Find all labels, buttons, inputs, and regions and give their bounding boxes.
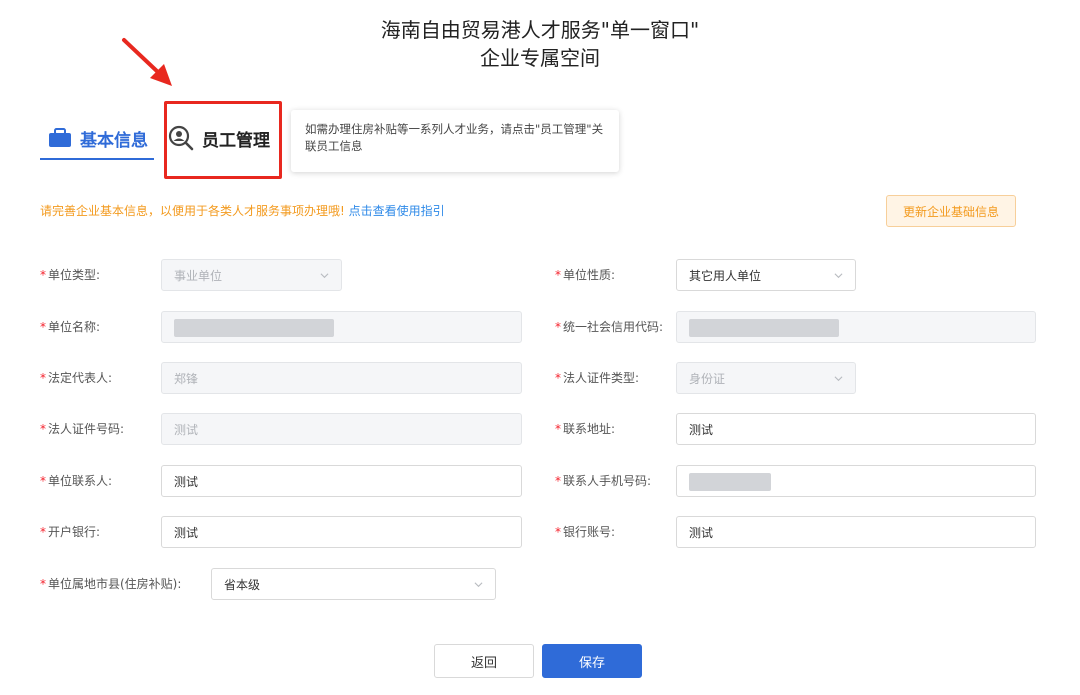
chevron-down-icon — [320, 273, 329, 279]
required-mark: * — [555, 320, 561, 334]
chevron-down-icon — [834, 376, 843, 382]
usage-guide-link[interactable]: 点击查看使用指引 — [349, 204, 445, 218]
required-mark: * — [40, 422, 46, 436]
back-button[interactable]: 返回 — [434, 644, 534, 678]
bank-label: * 开户银行: — [40, 516, 100, 548]
update-basic-info-button[interactable]: 更新企业基础信息 — [886, 195, 1016, 227]
legal-id-no-label: * 法人证件号码: — [40, 413, 124, 445]
briefcase-icon — [49, 128, 71, 147]
legal-id-type-label: * 法人证件类型: — [555, 362, 639, 394]
credit-code-label-text: 统一社会信用代码: — [563, 320, 664, 334]
employee-management-tooltip: 如需办理住房补贴等一系列人才业务，请点击"员工管理"关联员工信息 — [291, 110, 619, 172]
unit-type-label-text: 单位类型: — [48, 268, 101, 282]
chevron-down-icon — [474, 582, 483, 588]
required-mark: * — [40, 474, 46, 488]
legal-id-no-field[interactable]: 测试 — [161, 413, 522, 445]
legal-id-no-value: 测试 — [174, 422, 199, 437]
county-select[interactable]: 省本级 — [211, 568, 496, 600]
contact-value: 测试 — [174, 474, 199, 489]
account-label-text: 银行账号: — [563, 525, 616, 539]
required-mark: * — [555, 371, 561, 385]
required-mark: * — [40, 577, 46, 591]
legal-rep-label-text: 法定代表人: — [48, 371, 113, 385]
notice-message: 请完善企业基本信息，以便用于各类人才服务事项办理哦! — [40, 204, 345, 218]
unit-type-label: * 单位类型: — [40, 259, 100, 291]
required-mark: * — [40, 525, 46, 539]
account-field[interactable]: 测试 — [676, 516, 1036, 548]
legal-rep-field[interactable]: 郑锋 — [161, 362, 522, 394]
account-label: * 银行账号: — [555, 516, 615, 548]
unit-nature-value: 其它用人单位 — [689, 268, 762, 283]
contact-phone-label: * 联系人手机号码: — [555, 465, 651, 497]
required-mark: * — [40, 268, 46, 282]
required-mark: * — [40, 371, 46, 385]
unit-name-label: * 单位名称: — [40, 311, 100, 343]
bank-value: 测试 — [174, 525, 199, 540]
address-label: * 联系地址: — [555, 413, 615, 445]
unit-nature-select[interactable]: 其它用人单位 — [676, 259, 856, 291]
county-label-text: 单位属地市县(住房补贴): — [48, 577, 182, 591]
unit-name-label-text: 单位名称: — [48, 320, 101, 334]
address-value: 测试 — [689, 422, 714, 437]
credit-code-label: * 统一社会信用代码: — [555, 311, 663, 343]
required-mark: * — [555, 525, 561, 539]
unit-nature-label-text: 单位性质: — [563, 268, 616, 282]
unit-type-value: 事业单位 — [174, 268, 223, 283]
highlight-box — [164, 101, 282, 179]
address-label-text: 联系地址: — [563, 422, 616, 436]
redacted-value — [174, 319, 334, 337]
required-mark: * — [40, 320, 46, 334]
bank-field[interactable]: 测试 — [161, 516, 522, 548]
redacted-value — [689, 319, 839, 337]
legal-id-type-value: 身份证 — [689, 371, 726, 386]
required-mark: * — [555, 422, 561, 436]
credit-code-field[interactable] — [676, 311, 1036, 343]
chevron-down-icon — [834, 273, 843, 279]
contact-label: * 单位联系人: — [40, 465, 112, 497]
address-field[interactable]: 测试 — [676, 413, 1036, 445]
legal-id-no-label-text: 法人证件号码: — [48, 422, 125, 436]
active-tab-indicator — [40, 158, 154, 160]
county-label: * 单位属地市县(住房补贴): — [40, 568, 181, 600]
contact-phone-label-text: 联系人手机号码: — [563, 474, 652, 488]
contact-phone-field[interactable] — [676, 465, 1036, 497]
required-mark: * — [555, 268, 561, 282]
legal-rep-label: * 法定代表人: — [40, 362, 112, 394]
save-button[interactable]: 保存 — [542, 644, 642, 678]
legal-id-type-label-text: 法人证件类型: — [563, 371, 640, 385]
contact-field[interactable]: 测试 — [161, 465, 522, 497]
unit-type-select[interactable]: 事业单位 — [161, 259, 342, 291]
annotation-arrow-icon — [122, 38, 172, 86]
required-mark: * — [555, 474, 561, 488]
unit-name-field[interactable] — [161, 311, 522, 343]
tab-basic-info[interactable]: 基本信息 — [48, 118, 148, 158]
legal-rep-value: 郑锋 — [174, 371, 199, 386]
bank-label-text: 开户银行: — [48, 525, 101, 539]
county-value: 省本级 — [224, 577, 261, 592]
redacted-value — [689, 473, 771, 491]
account-value: 测试 — [689, 525, 714, 540]
contact-label-text: 单位联系人: — [48, 474, 113, 488]
legal-id-type-select[interactable]: 身份证 — [676, 362, 856, 394]
notice-text: 请完善企业基本信息，以便用于各类人才服务事项办理哦! 点击查看使用指引 — [40, 202, 445, 219]
unit-nature-label: * 单位性质: — [555, 259, 615, 291]
tab-basic-info-label: 基本信息 — [80, 130, 148, 151]
